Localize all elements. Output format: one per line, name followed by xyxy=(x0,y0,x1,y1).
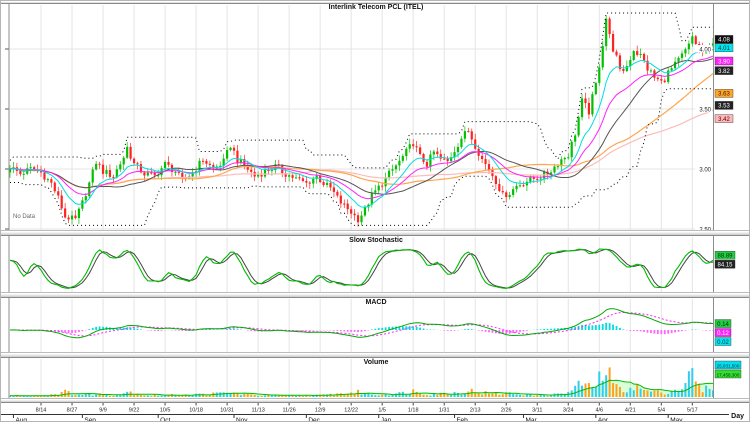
week-label: 3/11 xyxy=(532,408,542,414)
svg-text:88.89: 88.89 xyxy=(717,254,733,260)
stochastic-d-line xyxy=(9,248,714,289)
svg-text:17,458,300: 17,458,300 xyxy=(717,372,740,377)
week-label: 11/13 xyxy=(251,408,264,414)
svg-text:3.82: 3.82 xyxy=(718,69,730,75)
macd-badge: 0.14 xyxy=(714,319,732,328)
week-label: 5/17 xyxy=(687,408,698,414)
week-label: 2/13 xyxy=(470,408,481,414)
week-label: 8/27 xyxy=(67,408,78,414)
stochastic-panel: 88.89 84.15 xyxy=(1,236,750,293)
periodicity-label[interactable]: Day xyxy=(731,413,744,420)
upper-channel-dotted-line xyxy=(9,12,713,169)
svg-text:3.53: 3.53 xyxy=(718,104,730,110)
week-label: 11/26 xyxy=(282,408,295,414)
svg-text:25,031,500: 25,031,500 xyxy=(717,363,740,368)
month-label: Dec xyxy=(308,417,320,422)
y-axis-label: 4.00 xyxy=(699,47,711,53)
price-badge: 4.08 xyxy=(714,35,734,44)
svg-text:4.01: 4.01 xyxy=(718,46,730,52)
week-label: 9/9 xyxy=(99,408,107,414)
month-label: Jan xyxy=(381,417,392,422)
price-badge: 3.82 xyxy=(714,66,734,75)
month-label: Aug xyxy=(15,417,27,422)
price-chart-canvas[interactable]: 4.003.503.002.504.084.013.903.823.633.53… xyxy=(1,4,750,231)
macd-chart-canvas[interactable]: 0.14 0.12 0.02 xyxy=(1,298,750,353)
volume-badge: 25,031,500 xyxy=(714,360,742,370)
volume-chart-canvas[interactable]: 25,031,500 17,458,300 xyxy=(1,358,750,399)
month-label: Feb xyxy=(457,417,469,422)
week-label: 8/14 xyxy=(36,408,47,414)
candles-layer xyxy=(8,15,715,227)
week-label: 12/9 xyxy=(315,408,326,414)
svg-text:3.42: 3.42 xyxy=(718,117,730,123)
week-label: 10/5 xyxy=(160,408,171,414)
week-label: 3/24 xyxy=(563,408,574,414)
week-label: 12/22 xyxy=(344,408,358,414)
month-label: Sep xyxy=(84,417,96,422)
macd-line xyxy=(9,308,713,339)
svg-text:0.12: 0.12 xyxy=(717,331,729,337)
no-data-label: No Data xyxy=(13,214,36,220)
ma-45-line xyxy=(9,73,714,189)
price-badge: 3.53 xyxy=(714,101,734,110)
month-label: May xyxy=(670,417,683,422)
chart-window: 4.00 3.50 3.00 2.50 4.08 4.01 3.90 3.82 3.63 3.53… xyxy=(0,0,750,422)
svg-text:3.63: 3.63 xyxy=(718,92,730,98)
week-label: 10/31 xyxy=(220,408,234,414)
price-badge: 3.90 xyxy=(714,56,734,65)
week-label: 4/6 xyxy=(595,408,603,414)
week-label: 5/4 xyxy=(657,408,665,414)
svg-text:84.15: 84.15 xyxy=(717,263,733,269)
macd-badge: 0.02 xyxy=(714,337,732,346)
svg-text:0.02: 0.02 xyxy=(717,340,729,346)
volume-badge: 17,458,300 xyxy=(714,369,742,379)
svg-text:3.90: 3.90 xyxy=(718,59,730,65)
stochastic-k-line xyxy=(9,248,714,289)
date-axis-canvas: 8/14 8/27 9/9 9/22 10/5 10/18 10/31 11/13 11/26 1… xyxy=(1,403,729,422)
stochastic-badge: 88.89 xyxy=(714,251,736,260)
macd-signal-line xyxy=(10,311,714,337)
price-panel: 4.00 3.50 3.00 2.50 4.08 4.01 3.90 3.82 3.63 3.53… xyxy=(1,4,750,231)
week-label: 10/18 xyxy=(189,408,203,414)
y-axis-label: 3.50 xyxy=(699,107,711,113)
week-label: 1/5 xyxy=(378,408,386,414)
svg-text:4.08: 4.08 xyxy=(718,38,730,44)
week-label: 1/31 xyxy=(439,408,450,414)
week-label: 4/21 xyxy=(625,408,636,414)
y-axis-label: 3.00 xyxy=(699,167,711,173)
month-label: Mar xyxy=(525,417,537,422)
month-label: Nov xyxy=(236,417,248,422)
week-label: 9/22 xyxy=(129,408,140,414)
date-axis: 8/14 8/27 9/9 9/22 10/5 10/18 10/31 11/13 11/26 1… xyxy=(1,403,749,422)
week-label: 1/18 xyxy=(408,408,419,414)
stochastic-badge: 84.15 xyxy=(714,260,736,269)
stochastic-chart-canvas[interactable]: 88.89 84.15 xyxy=(1,236,750,293)
price-badge: 3.42 xyxy=(714,114,734,123)
price-badge: 4.01 xyxy=(714,43,734,52)
month-label: Apr xyxy=(598,417,609,422)
svg-text:0.14: 0.14 xyxy=(717,322,729,328)
macd-panel: 0.14 0.12 0.02 xyxy=(1,298,750,353)
volume-panel: 25,031,500 17,458,300 xyxy=(1,358,750,399)
macd-badge: 0.12 xyxy=(714,328,732,337)
week-label: 2/26 xyxy=(501,408,512,414)
month-label: Oct xyxy=(160,417,170,422)
price-badge: 3.63 xyxy=(714,89,734,98)
